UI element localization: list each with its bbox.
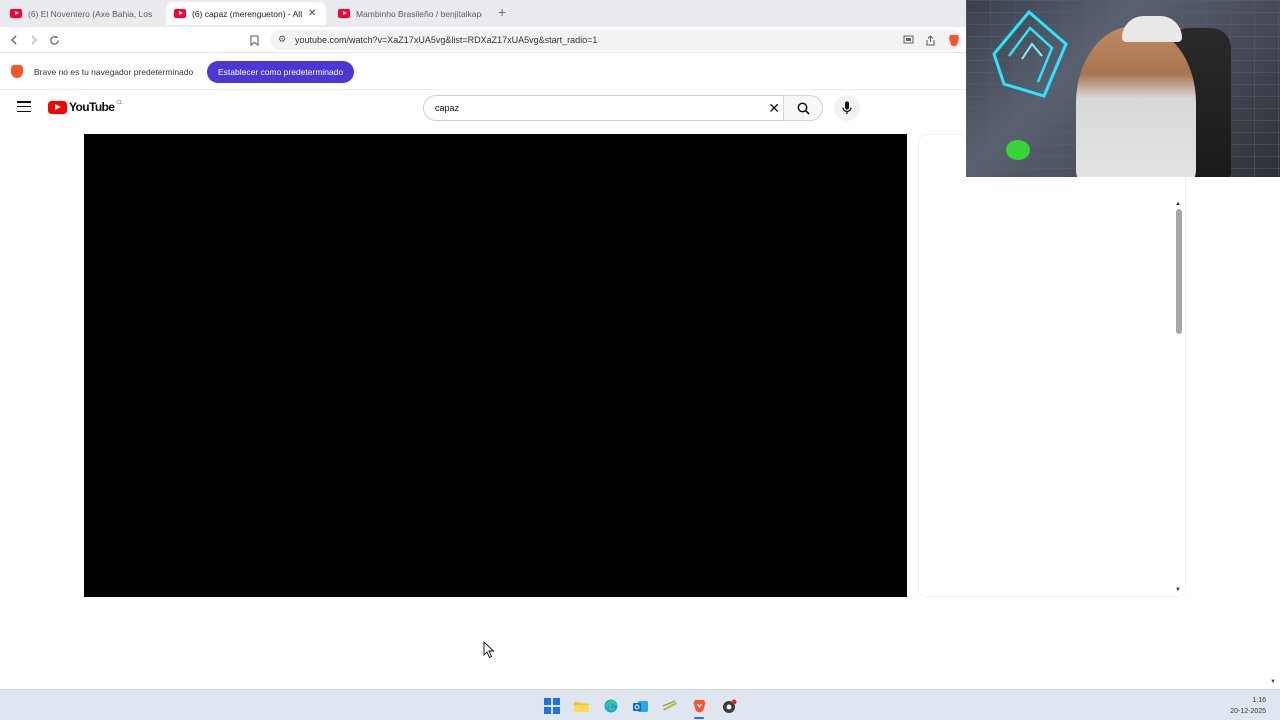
- set-default-button[interactable]: Establecer como predeterminado: [207, 61, 355, 83]
- search-button[interactable]: [783, 95, 823, 121]
- share-icon[interactable]: [922, 32, 938, 48]
- voice-search-button[interactable]: [834, 95, 860, 121]
- playlist-scrollbar[interactable]: [1176, 209, 1182, 334]
- address-bar[interactable]: ⚙ youtube.com/watch?v=XaZ17xUA5vg&list=R…: [270, 30, 962, 50]
- edge-icon[interactable]: [603, 698, 619, 714]
- clock-time: 1:16: [1252, 697, 1266, 704]
- obs-icon[interactable]: [721, 698, 737, 714]
- tab-title: (6) El Noventero (Axe Bahia, Los Peric: [28, 8, 154, 19]
- page-scroll-down-arrow-icon[interactable]: ▼: [1270, 679, 1276, 685]
- banner-message: Brave no es tu navegador predeterminado: [34, 67, 194, 77]
- url-text: youtube.com/watch?v=XaZ17xUA5vg&list=RDX…: [295, 35, 598, 45]
- tab-el-noventero[interactable]: (6) El Noventero (Axe Bahia, Los Peric: [2, 2, 162, 25]
- youtube-wordmark: YouTube: [69, 100, 115, 114]
- windows-start-icon[interactable]: [544, 698, 560, 714]
- clock-date: 20-12-2025: [1230, 708, 1266, 715]
- site-settings-icon[interactable]: ⚙: [278, 34, 286, 45]
- active-app-indicator: [694, 717, 704, 719]
- webcam-overlay: [966, 0, 1280, 177]
- search-icon: [797, 102, 810, 115]
- green-light: [1006, 140, 1030, 160]
- scroll-up-arrow-icon[interactable]: ▲: [1175, 201, 1181, 207]
- tab-title: Mambinho Brasileño / benjitalkapone: [356, 8, 482, 19]
- youtube-logo[interactable]: YouTube CL: [48, 100, 123, 114]
- scroll-down-arrow-icon[interactable]: ▼: [1175, 587, 1181, 593]
- brave-logo-icon: [11, 65, 23, 78]
- tab-title: (6) capaz (merengueton) - Alleh: [192, 8, 302, 19]
- brave-icon[interactable]: [691, 698, 707, 714]
- file-explorer-icon[interactable]: [573, 698, 589, 714]
- mouse-cursor-icon: [483, 641, 495, 659]
- install-app-icon[interactable]: [900, 32, 916, 48]
- tab-capaz[interactable]: (6) capaz (merengueton) - Alleh ✕: [166, 2, 326, 25]
- search-value: capaz: [435, 103, 460, 113]
- reload-icon[interactable]: [46, 32, 62, 48]
- default-browser-banner: Brave no es tu navegador predeterminado …: [0, 54, 966, 90]
- video-player[interactable]: [84, 134, 907, 597]
- youtube-favicon-icon: [338, 9, 350, 18]
- clear-search-icon[interactable]: ✕: [768, 100, 780, 117]
- tab-mambinho[interactable]: Mambinho Brasileño / benjitalkapone: [330, 2, 490, 25]
- outlook-icon[interactable]: [632, 698, 648, 714]
- menu-icon[interactable]: [17, 101, 31, 113]
- close-tab-icon[interactable]: ✕: [308, 8, 316, 19]
- windows-taskbar: 1:16 20-12-2025: [0, 689, 1280, 720]
- screen: (6) El Noventero (Axe Bahia, Los Peric (…: [0, 0, 1280, 720]
- bookmark-icon[interactable]: [246, 32, 262, 48]
- streamer: [1076, 26, 1196, 177]
- app-icon[interactable]: [662, 698, 678, 714]
- youtube-favicon-icon: [10, 9, 22, 18]
- youtube-play-icon: [48, 100, 67, 114]
- microphone-icon: [842, 101, 852, 114]
- search-input[interactable]: capaz ✕: [423, 95, 787, 121]
- new-tab-button[interactable]: +: [498, 4, 506, 20]
- back-arrow-icon[interactable]: [6, 32, 22, 48]
- neon-sign-icon: [992, 9, 1068, 98]
- playlist-panel: [918, 134, 1186, 597]
- forward-arrow-icon[interactable]: [26, 32, 42, 48]
- white-cap: [1122, 16, 1182, 42]
- system-clock[interactable]: 1:16 20-12-2025: [1230, 695, 1266, 717]
- youtube-favicon-icon: [174, 9, 186, 18]
- region-code: CL: [116, 99, 123, 106]
- brave-shields-icon[interactable]: [946, 32, 962, 48]
